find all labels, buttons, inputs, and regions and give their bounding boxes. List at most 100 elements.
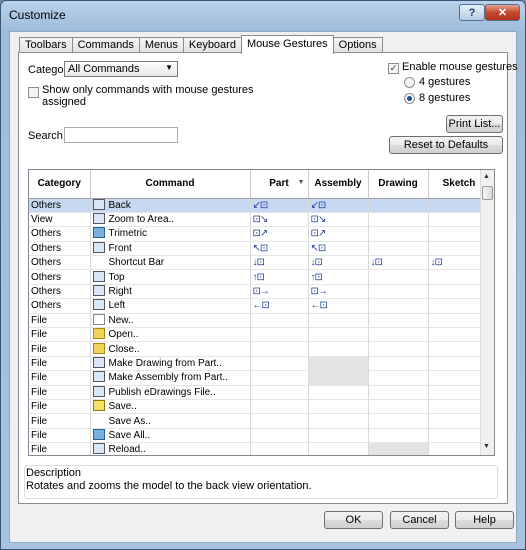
- table-row[interactable]: Others Top ↑⊡ ↑⊡: [29, 269, 491, 285]
- cell-assembly[interactable]: [308, 399, 369, 415]
- cell-assembly[interactable]: [308, 356, 369, 372]
- table-row[interactable]: File Close..: [29, 341, 491, 357]
- cell-part[interactable]: ⊡↘: [250, 212, 309, 228]
- table-row[interactable]: File Open..: [29, 327, 491, 343]
- cell-assembly[interactable]: [308, 413, 369, 429]
- cell-drawing[interactable]: [368, 413, 429, 429]
- cell-drawing[interactable]: ↓⊡: [368, 255, 429, 271]
- cell-drawing[interactable]: [368, 442, 429, 455]
- cell-part[interactable]: [250, 385, 309, 400]
- cell-drawing[interactable]: [368, 313, 429, 329]
- tab-menus[interactable]: Menus: [138, 37, 184, 53]
- cell-part[interactable]: ⊡↗: [250, 226, 309, 242]
- cell-assembly[interactable]: ↖⊡: [308, 241, 369, 257]
- tab-mouse-gestures[interactable]: Mouse Gestures: [240, 35, 334, 54]
- cell-part[interactable]: ⊡→: [250, 284, 309, 300]
- column-header-part[interactable]: Part ▼: [250, 170, 309, 199]
- table-row[interactable]: Others Shortcut Bar ↓⊡ ↓⊡ ↓⊡ ↓⊡: [29, 255, 491, 271]
- table-row[interactable]: File Save All..: [29, 428, 491, 444]
- cell-drawing[interactable]: [368, 341, 429, 357]
- cell-part[interactable]: [250, 370, 309, 386]
- tab-commands[interactable]: Commands: [71, 37, 140, 53]
- cell-drawing[interactable]: [368, 284, 429, 300]
- help-button[interactable]: Help: [455, 511, 514, 529]
- tab-options[interactable]: Options: [332, 37, 383, 53]
- cell-drawing[interactable]: [368, 370, 429, 386]
- cell-assembly[interactable]: [308, 327, 369, 343]
- scroll-thumb[interactable]: [482, 186, 493, 200]
- table-row[interactable]: File Make Drawing from Part..: [29, 356, 491, 372]
- tab-keyboard[interactable]: Keyboard: [182, 37, 242, 53]
- cell-assembly[interactable]: ↑⊡: [308, 269, 369, 285]
- cell-part[interactable]: [250, 413, 309, 429]
- table-row[interactable]: File Make Assembly from Part..: [29, 370, 491, 386]
- cell-part[interactable]: ↙⊡: [250, 198, 309, 213]
- cell-assembly[interactable]: ↙⊡: [308, 198, 369, 213]
- cell-assembly[interactable]: ⊡↗: [308, 226, 369, 242]
- cell-drawing[interactable]: [368, 226, 429, 242]
- table-row[interactable]: Others Left ←⊡ ←⊡: [29, 298, 491, 314]
- cell-assembly[interactable]: ↓⊡: [308, 255, 369, 271]
- table-row[interactable]: View Zoom to Area.. ⊡↘ ⊡↘: [29, 212, 491, 228]
- cell-assembly[interactable]: [308, 428, 369, 444]
- cell-part[interactable]: [250, 313, 309, 329]
- cell-assembly[interactable]: [308, 341, 369, 357]
- table-row[interactable]: File Save..: [29, 399, 491, 415]
- table-row[interactable]: File Reload..: [29, 442, 491, 455]
- help-icon[interactable]: ?: [459, 4, 485, 21]
- ok-button[interactable]: OK: [324, 511, 383, 529]
- column-header-assembly[interactable]: Assembly: [308, 170, 369, 199]
- cell-part[interactable]: [250, 327, 309, 343]
- cell-assembly[interactable]: [308, 385, 369, 400]
- cell-drawing[interactable]: [368, 269, 429, 285]
- table-row[interactable]: Others Trimetric ⊡↗ ⊡↗: [29, 226, 491, 242]
- cell-assembly[interactable]: ⊡→: [308, 284, 369, 300]
- print-list-button[interactable]: Print List...: [446, 115, 503, 133]
- table-row[interactable]: File New..: [29, 313, 491, 329]
- scroll-up-icon[interactable]: ▲: [483, 173, 490, 180]
- cell-drawing[interactable]: [368, 356, 429, 372]
- cell-drawing[interactable]: [368, 198, 429, 213]
- cell-part[interactable]: [250, 399, 309, 415]
- cell-assembly[interactable]: ⊡↘: [308, 212, 369, 228]
- cell-part[interactable]: [250, 442, 309, 455]
- cell-drawing[interactable]: [368, 385, 429, 400]
- cell-part[interactable]: [250, 341, 309, 357]
- column-header-command[interactable]: Command: [90, 170, 251, 199]
- search-input[interactable]: [64, 127, 178, 143]
- cell-part[interactable]: [250, 428, 309, 444]
- cell-drawing[interactable]: [368, 327, 429, 343]
- reset-defaults-button[interactable]: Reset to Defaults: [389, 136, 503, 154]
- column-header-category[interactable]: Category: [29, 170, 91, 199]
- column-header-drawing[interactable]: Drawing: [368, 170, 429, 199]
- cell-drawing[interactable]: [368, 399, 429, 415]
- radio-8-gestures[interactable]: [404, 93, 415, 104]
- cancel-button[interactable]: Cancel: [390, 511, 449, 529]
- category-dropdown[interactable]: All Commands ▼: [64, 61, 178, 77]
- cell-assembly[interactable]: ←⊡: [308, 298, 369, 314]
- tab-toolbars[interactable]: Toolbars: [19, 37, 73, 53]
- cell-part[interactable]: ←⊡: [250, 298, 309, 314]
- scroll-down-icon[interactable]: ▼: [483, 443, 490, 450]
- cell-part[interactable]: ↖⊡: [250, 241, 309, 257]
- table-row[interactable]: Others Back ↙⊡ ↙⊡: [29, 198, 491, 213]
- table-row[interactable]: Others Front ↖⊡ ↖⊡: [29, 241, 491, 257]
- cell-drawing[interactable]: [368, 241, 429, 257]
- cell-assembly[interactable]: [308, 442, 369, 455]
- cell-drawing[interactable]: [368, 298, 429, 314]
- table-row[interactable]: File Publish eDrawings File..: [29, 385, 491, 400]
- cell-drawing[interactable]: [368, 212, 429, 228]
- table-scrollbar[interactable]: ▲ ▼: [480, 170, 494, 455]
- table-row[interactable]: Others Right ⊡→ ⊡→: [29, 284, 491, 300]
- enable-gestures-checkbox[interactable]: ✓: [388, 63, 399, 74]
- cell-assembly[interactable]: [308, 370, 369, 386]
- table-row[interactable]: File Save As..: [29, 413, 491, 429]
- radio-4-gestures[interactable]: [404, 77, 415, 88]
- show-only-assigned-checkbox[interactable]: [28, 87, 39, 98]
- cell-part[interactable]: ↑⊡: [250, 269, 309, 285]
- cell-assembly[interactable]: [308, 313, 369, 329]
- close-icon[interactable]: ✕: [485, 4, 520, 21]
- cell-drawing[interactable]: [368, 428, 429, 444]
- cell-part[interactable]: [250, 356, 309, 372]
- cell-part[interactable]: ↓⊡: [250, 255, 309, 271]
